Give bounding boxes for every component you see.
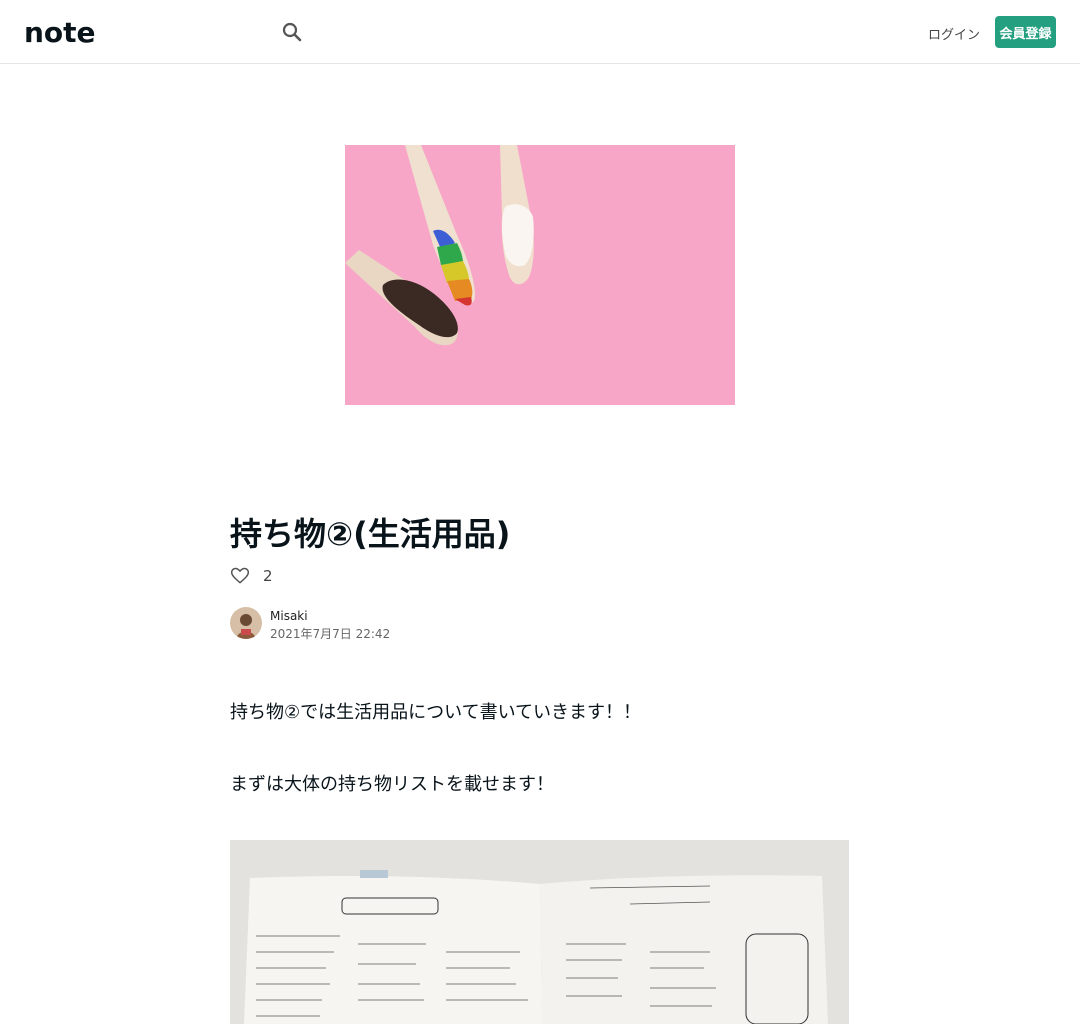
search-icon[interactable]: [280, 20, 304, 44]
author-avatar[interactable]: [230, 607, 262, 639]
eyecatch-image: [345, 145, 735, 405]
like-count: 2: [263, 567, 273, 585]
post-date: 2021年7月7日 22:42: [270, 627, 391, 641]
notebook-photo: [230, 840, 849, 1024]
like-row: 2: [230, 566, 273, 586]
signup-button[interactable]: 会員登録: [995, 16, 1056, 48]
author-name[interactable]: Misaki: [270, 609, 390, 623]
note-logo[interactable]: note: [24, 16, 124, 49]
article-title: 持ち物②(生活用品): [230, 515, 511, 553]
login-link[interactable]: ログイン: [928, 24, 980, 43]
site-header: note ログイン 会員登録: [0, 0, 1080, 64]
author-info: Misaki 2021年7月7日 22:42: [230, 607, 390, 641]
heart-icon[interactable]: [230, 566, 250, 586]
body-paragraph: 持ち物②では生活用品について書いていきます！！: [230, 702, 642, 723]
body-paragraph: まずは大体の持ち物リストを載せます！: [230, 774, 554, 795]
svg-text:note: note: [24, 20, 96, 44]
